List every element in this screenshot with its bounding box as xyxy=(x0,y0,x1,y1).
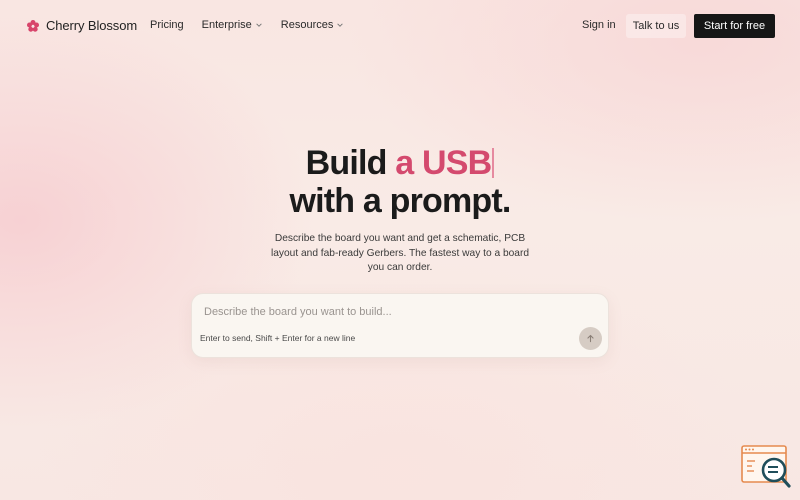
nav-item-label: Pricing xyxy=(150,19,184,31)
prompt-hint: Enter to send, Shift + Enter for a new l… xyxy=(200,333,356,343)
nav-item-label: Resources xyxy=(280,19,334,31)
arrow-up-icon xyxy=(587,334,594,343)
chevron-down-icon xyxy=(256,23,262,27)
brand-name: Cherry Blossom xyxy=(46,18,138,33)
hero-title-prefix: Build xyxy=(305,144,396,182)
chat-search-icon[interactable] xyxy=(741,444,791,490)
hero-subtitle: Describe the board you want and get a sc… xyxy=(270,233,530,273)
site-header: Cherry Blossom Pricing Enterprise Resour… xyxy=(0,0,800,52)
nav-item-enterprise[interactable]: Enterprise xyxy=(202,19,263,31)
prompt-input[interactable] xyxy=(204,304,594,320)
chevron-down-icon xyxy=(337,23,344,27)
main-nav: Pricing Enterprise Resources xyxy=(150,19,362,31)
nav-item-pricing[interactable]: Pricing xyxy=(150,19,184,31)
nav-item-resources[interactable]: Resources xyxy=(281,19,345,31)
brand-logo[interactable]: Cherry Blossom xyxy=(26,18,137,33)
sign-in-link[interactable]: Sign in xyxy=(582,19,616,31)
typing-cursor xyxy=(492,148,495,178)
send-button[interactable] xyxy=(579,327,602,350)
start-for-free-button[interactable]: Start for free xyxy=(694,14,775,38)
nav-item-label: Enterprise xyxy=(201,19,252,31)
hero-title: Build a USB with a prompt. xyxy=(0,144,800,220)
hero-title-line2: with a prompt. xyxy=(289,182,511,220)
talk-to-us-button[interactable]: Talk to us xyxy=(626,14,686,38)
flower-icon xyxy=(26,19,40,32)
hero-title-accent: a USB xyxy=(395,144,492,182)
prompt-box: Enter to send, Shift + Enter for a new l… xyxy=(191,293,609,358)
